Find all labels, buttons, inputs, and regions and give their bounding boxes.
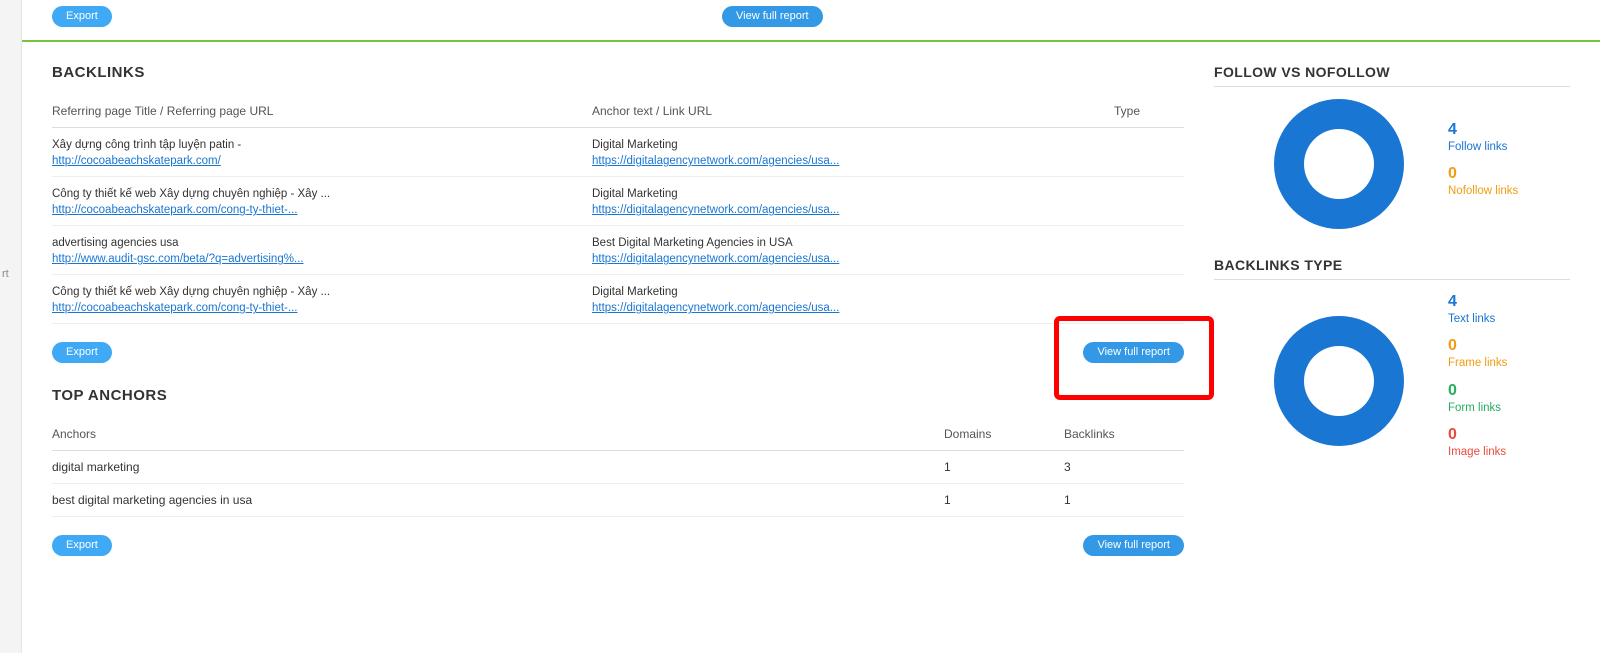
anchor-title: Digital Marketing	[592, 137, 1114, 153]
anchor-url-link[interactable]: https://digitalagencynetwork.com/agencie…	[592, 253, 839, 265]
bltype-heading: BACKLINKS TYPE	[1214, 257, 1570, 280]
domains-count: 1	[944, 493, 1064, 507]
backlinks-type-widget: BACKLINKS TYPE 4 Text links 0 Frame link…	[1214, 257, 1570, 470]
page-content: Export View full report BACKLINKS Referr…	[22, 0, 1600, 653]
col-domains-header: Domains	[944, 427, 1064, 441]
ref-url-link[interactable]: http://cocoabeachskatepark.com/cong-ty-t…	[52, 204, 297, 216]
export-button-backlinks[interactable]: Export	[52, 342, 112, 363]
domains-count: 1	[944, 460, 1064, 474]
view-full-report-button-backlinks[interactable]: View full report	[1083, 342, 1184, 363]
ref-url-link[interactable]: http://www.audit-gsc.com/beta/?q=adverti…	[52, 253, 304, 265]
image-links-label: Image links	[1448, 445, 1507, 459]
table-row: digital marketing 1 3	[52, 451, 1184, 484]
text-links-label: Text links	[1448, 312, 1507, 326]
follow-heading: FOLLOW VS NOFOLLOW	[1214, 64, 1570, 87]
ref-url-link[interactable]: http://cocoabeachskatepark.com/	[52, 155, 221, 167]
follow-legend: 4 Follow links 0 Nofollow links	[1448, 120, 1518, 209]
export-button-anchors[interactable]: Export	[52, 535, 112, 556]
backlinks-count: 3	[1064, 460, 1184, 474]
backlinks-table: Referring page Title / Referring page UR…	[52, 95, 1184, 324]
backlinks-actions: Export View full report	[52, 324, 1184, 387]
anchors-actions: Export View full report	[52, 517, 1184, 580]
col-anchor-header: Anchors	[52, 427, 944, 441]
ref-title: Xây dựng công trình tập luyện patin -	[52, 137, 592, 153]
topbar: Export View full report	[22, 0, 1600, 40]
divider-green	[22, 40, 1600, 42]
nofollow-links-count: 0	[1448, 164, 1518, 184]
follow-links-label: Follow links	[1448, 140, 1518, 154]
anchor-title: Best Digital Marketing Agencies in USA	[592, 235, 1114, 251]
anchor-url-link[interactable]: https://digitalagencynetwork.com/agencie…	[592, 204, 839, 216]
donut-chart-follow	[1274, 99, 1404, 229]
view-full-report-button-top[interactable]: View full report	[722, 6, 823, 27]
sidebar-stub: rt	[0, 0, 22, 653]
form-links-label: Form links	[1448, 401, 1507, 415]
bltype-legend: 4 Text links 0 Frame links 0 Form links	[1448, 292, 1507, 470]
anchor-text: best digital marketing agencies in usa	[52, 493, 944, 507]
ref-title: Công ty thiết kế web Xây dựng chuyên ngh…	[52, 186, 592, 202]
frame-links-label: Frame links	[1448, 356, 1507, 370]
anchor-title: Digital Marketing	[592, 186, 1114, 202]
table-row: advertising agencies usa http://www.audi…	[52, 226, 1184, 275]
col-ref-header: Referring page Title / Referring page UR…	[52, 104, 592, 118]
donut-chart-bltype	[1274, 316, 1404, 446]
col-backlinks-header: Backlinks	[1064, 427, 1184, 441]
text-links-count: 4	[1448, 292, 1507, 312]
table-row: best digital marketing agencies in usa 1…	[52, 484, 1184, 517]
image-links-count: 0	[1448, 425, 1507, 445]
follow-links-count: 4	[1448, 120, 1518, 140]
anchor-text: digital marketing	[52, 460, 944, 474]
ref-title: Công ty thiết kế web Xây dựng chuyên ngh…	[52, 284, 592, 300]
form-links-count: 0	[1448, 381, 1507, 401]
anchor-title: Digital Marketing	[592, 284, 1114, 300]
export-button-top[interactable]: Export	[52, 6, 112, 27]
col-type-header: Type	[1114, 104, 1184, 118]
table-row: Xây dựng công trình tập luyện patin - ht…	[52, 128, 1184, 177]
backlinks-heading: BACKLINKS	[52, 64, 1184, 81]
backlinks-count: 1	[1064, 493, 1184, 507]
anchors-table: Anchors Domains Backlinks digital market…	[52, 418, 1184, 517]
frame-links-count: 0	[1448, 336, 1507, 356]
backlinks-header-row: Referring page Title / Referring page UR…	[52, 95, 1184, 128]
ref-title: advertising agencies usa	[52, 235, 592, 251]
top-anchors-heading: TOP ANCHORS	[52, 387, 1184, 404]
table-row: Công ty thiết kế web Xây dựng chuyên ngh…	[52, 177, 1184, 226]
follow-vs-nofollow-widget: FOLLOW VS NOFOLLOW 4 Follow links 0 Nofo…	[1214, 64, 1570, 229]
sidebar-fragment-text: rt	[2, 268, 9, 280]
ref-url-link[interactable]: http://cocoabeachskatepark.com/cong-ty-t…	[52, 302, 297, 314]
table-row: Công ty thiết kế web Xây dựng chuyên ngh…	[52, 275, 1184, 324]
anchor-url-link[interactable]: https://digitalagencynetwork.com/agencie…	[592, 302, 839, 314]
anchor-url-link[interactable]: https://digitalagencynetwork.com/agencie…	[592, 155, 839, 167]
anchors-header-row: Anchors Domains Backlinks	[52, 418, 1184, 451]
col-anchor-header: Anchor text / Link URL	[592, 104, 1114, 118]
view-full-report-button-anchors[interactable]: View full report	[1083, 535, 1184, 556]
nofollow-links-label: Nofollow links	[1448, 184, 1518, 198]
